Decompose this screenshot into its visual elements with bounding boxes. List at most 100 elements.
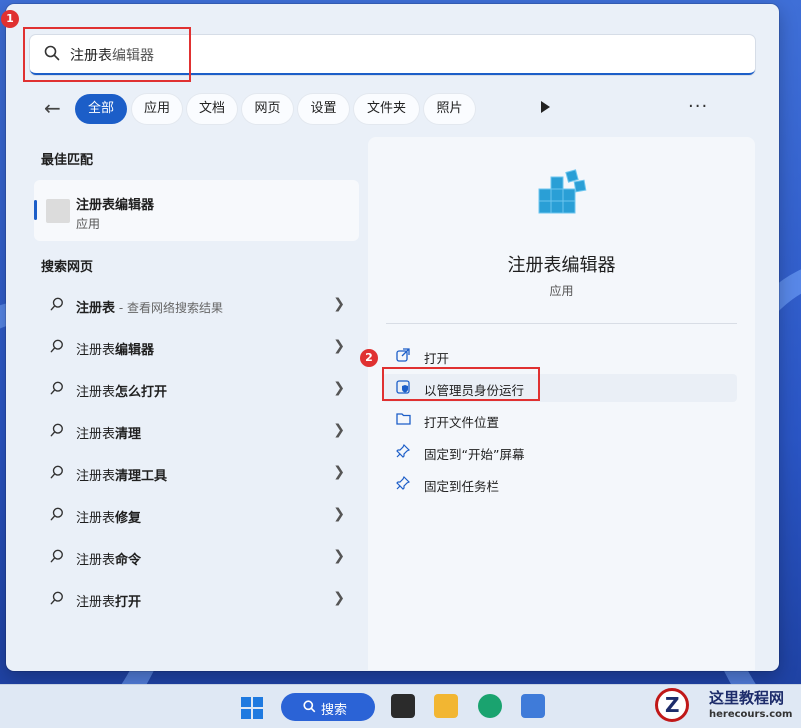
app-type: 应用 [549, 284, 574, 298]
web-search-item[interactable]: 注册表打开 ❯ [34, 581, 359, 617]
chevron-right-icon: ❯ [333, 548, 345, 564]
web-search-item[interactable]: 注册表修复 ❯ [34, 497, 359, 533]
filter-chip-documents[interactable]: 文档 [187, 94, 237, 124]
chevron-right-icon: ❯ [333, 422, 345, 438]
action-label: 固定到任务栏 [424, 479, 500, 494]
web-search-rest: 清理工具 [115, 469, 168, 484]
web-search-item[interactable]: 注册表命令 ❯ [34, 539, 359, 575]
filter-chip-settings[interactable]: 设置 [298, 94, 349, 124]
search-icon [50, 381, 63, 395]
best-match-result[interactable]: 注册表编辑器 应用 [34, 180, 359, 241]
chevron-right-icon: ❯ [333, 590, 345, 606]
search-icon [50, 297, 63, 311]
web-search-label: 注册表命令 [76, 549, 141, 568]
chevron-right-icon: ❯ [333, 464, 345, 480]
start-search-panel: 注册表编辑器 ← 全部 应用 文档 网页 设置 文件夹 照片 ··· 最佳匹配 … [6, 4, 779, 671]
web-search-rest: 清理 [115, 427, 142, 442]
web-search-item[interactable]: 注册表清理工具 ❯ [34, 455, 359, 491]
chevron-right-icon: ❯ [333, 296, 345, 312]
watermark-logo-letter: Z [665, 693, 680, 717]
web-search-bold: 注册表 [76, 301, 116, 316]
search-icon [303, 700, 316, 713]
best-match-name: 注册表编辑器 [76, 198, 155, 213]
search-icon [50, 549, 63, 563]
action-pin-to-taskbar[interactable]: 固定到任务栏 [382, 470, 737, 498]
web-search-bold: 注册表 [76, 385, 116, 400]
registry-editor-icon [538, 169, 587, 214]
action-label: 打开文件位置 [424, 415, 500, 430]
web-search-rest: 修复 [115, 511, 142, 526]
watermark-site: herecours.com [709, 709, 793, 720]
search-icon [50, 423, 63, 437]
open-external-icon [396, 348, 410, 362]
web-search-label: 注册表怎么打开 [76, 381, 167, 400]
app-details-pane: 注册表编辑器 应用 打开 以管理员身份运行 打开文件位置 固定到“开始”屏幕 固… [368, 137, 755, 670]
back-arrow-icon[interactable]: ← [44, 96, 61, 120]
folder-icon [396, 413, 411, 425]
action-label: 打开 [424, 351, 450, 366]
search-icon [50, 465, 63, 479]
annotation-box-search [23, 27, 191, 82]
search-icon [50, 591, 63, 605]
web-search-rest: 编辑器 [115, 343, 155, 358]
action-open[interactable]: 打开 [382, 342, 737, 370]
pin-icon [396, 476, 410, 490]
task-view-icon[interactable] [391, 694, 415, 718]
annotation-marker-2: 2 [360, 349, 378, 367]
store-app-icon[interactable] [521, 694, 545, 718]
more-filters-play-icon[interactable] [541, 101, 550, 113]
chevron-right-icon: ❯ [333, 380, 345, 396]
web-search-label: 注册表清理工具 [76, 465, 167, 484]
web-search-item[interactable]: 注册表编辑器 ❯ [34, 329, 359, 365]
web-search-bold: 注册表 [76, 343, 116, 358]
web-search-rest: 怎么打开 [115, 385, 168, 400]
filter-chip-apps[interactable]: 应用 [132, 94, 182, 124]
web-search-label: 注册表 - 查看网络搜索结果 [76, 297, 223, 316]
search-icon [50, 339, 63, 353]
web-search-hint: - 查看网络搜索结果 [115, 301, 223, 315]
watermark-logo: Z [655, 688, 689, 722]
file-explorer-icon[interactable] [434, 694, 458, 718]
taskbar-search-label: 搜索 [321, 703, 348, 718]
watermark-title: 这里教程网 [709, 689, 785, 707]
web-search-label: 注册表编辑器 [76, 339, 154, 358]
action-pin-to-start[interactable]: 固定到“开始”屏幕 [382, 438, 737, 466]
web-search-rest: 打开 [115, 595, 142, 610]
site-watermark: Z 这里教程网 herecours.com [653, 684, 801, 727]
web-search-bold: 注册表 [76, 469, 116, 484]
web-search-bold: 注册表 [76, 553, 116, 568]
web-search-item[interactable]: 注册表 - 查看网络搜索结果 ❯ [34, 287, 359, 323]
best-match-heading: 最佳匹配 [41, 153, 94, 168]
best-match-type: 应用 [76, 217, 101, 231]
web-search-item[interactable]: 注册表清理 ❯ [34, 413, 359, 449]
filter-chip-web[interactable]: 网页 [242, 94, 293, 124]
windows-start-icon[interactable] [241, 697, 263, 719]
search-icon [50, 507, 63, 521]
chevron-right-icon: ❯ [333, 506, 345, 522]
selection-indicator [34, 200, 37, 220]
divider [386, 323, 737, 324]
web-search-bold: 注册表 [76, 427, 116, 442]
web-search-bold: 注册表 [76, 595, 116, 610]
web-search-rest: 命令 [115, 553, 142, 568]
app-name: 注册表编辑器 [507, 255, 616, 276]
annotation-marker-1: 1 [1, 10, 19, 28]
annotation-box-run-as-admin [382, 367, 540, 401]
web-search-label: 注册表打开 [76, 591, 141, 610]
web-search-label: 注册表修复 [76, 507, 141, 526]
app-thumbnail [46, 199, 70, 223]
filter-chip-all[interactable]: 全部 [75, 94, 127, 124]
action-label: 固定到“开始”屏幕 [424, 447, 525, 462]
web-search-label: 注册表清理 [76, 423, 141, 442]
taskbar-search-button[interactable]: 搜索 [281, 693, 375, 721]
web-search-bold: 注册表 [76, 511, 116, 526]
filter-chip-folders[interactable]: 文件夹 [354, 94, 419, 124]
pin-icon [396, 444, 410, 458]
action-open-file-location[interactable]: 打开文件位置 [382, 406, 737, 434]
more-options-icon[interactable]: ··· [688, 96, 708, 117]
web-search-heading: 搜索网页 [41, 260, 94, 275]
web-search-item[interactable]: 注册表怎么打开 ❯ [34, 371, 359, 407]
chevron-right-icon: ❯ [333, 338, 345, 354]
filter-chip-photos[interactable]: 照片 [424, 94, 475, 124]
edge-browser-icon[interactable] [478, 694, 502, 718]
